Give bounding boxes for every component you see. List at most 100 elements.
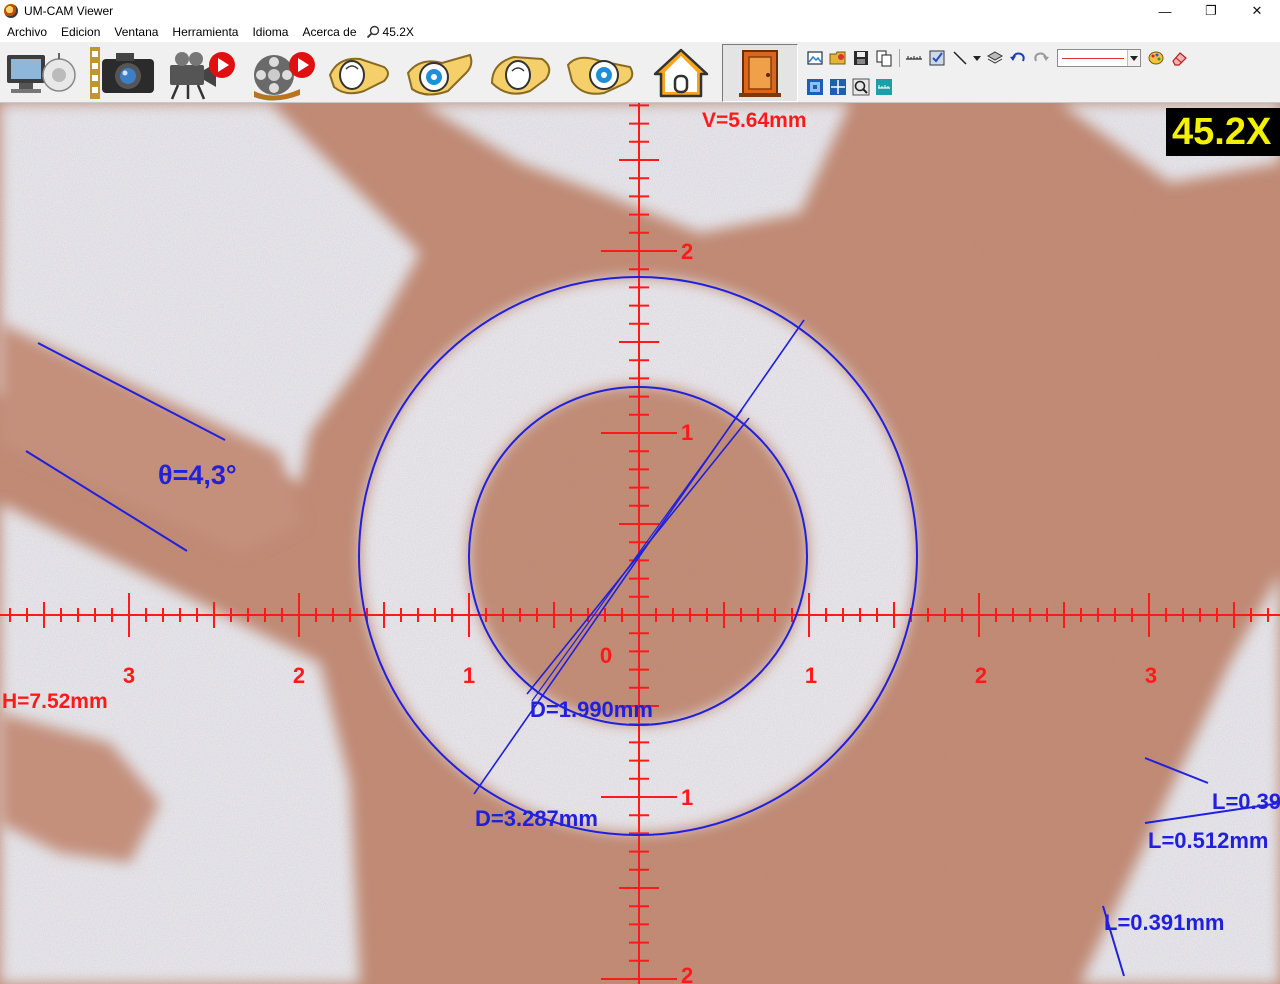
v-axis-label-up-2: 2 bbox=[681, 239, 693, 264]
window-title: UM-CAM Viewer bbox=[24, 4, 114, 18]
hand-lens-tool-2-button[interactable] bbox=[563, 44, 639, 102]
h-axis-label-origin: 0 bbox=[600, 643, 612, 668]
length-label-3: L=0.391mm bbox=[1104, 910, 1224, 935]
device-settings-button[interactable] bbox=[2, 44, 78, 102]
angle-line-upper bbox=[37, 342, 226, 441]
hand-icon bbox=[328, 57, 389, 95]
redo-icon bbox=[1033, 52, 1049, 62]
restore-button[interactable]: ❐ bbox=[1188, 0, 1234, 22]
record-video-button[interactable] bbox=[163, 44, 239, 102]
menu-bar: Archivo Edicion Ventana Herramienta Idio… bbox=[0, 22, 1280, 42]
v-axis-label-up-1: 1 bbox=[681, 420, 693, 445]
hand-tool-2-button[interactable] bbox=[483, 44, 559, 102]
menu-herramienta[interactable]: Herramienta bbox=[165, 22, 245, 42]
chevron-down-icon bbox=[973, 56, 981, 61]
menu-acerca-de[interactable]: Acerca de bbox=[295, 22, 363, 42]
copy-button[interactable] bbox=[873, 48, 894, 69]
save-button[interactable] bbox=[850, 48, 871, 69]
hand-icon bbox=[490, 55, 551, 95]
exit-button[interactable] bbox=[722, 44, 798, 102]
fit-window-icon bbox=[806, 79, 823, 95]
save-icon bbox=[853, 51, 868, 65]
chevron-down-icon bbox=[1130, 56, 1138, 61]
menu-edicion[interactable]: Edicion bbox=[54, 22, 107, 42]
h-axis-label-left-3: 3 bbox=[123, 663, 135, 688]
toolbar-separator bbox=[899, 49, 900, 67]
magnifier-icon bbox=[366, 25, 379, 39]
h-axis-label-right-3: 3 bbox=[1145, 663, 1157, 688]
hand-lens-icon bbox=[406, 53, 473, 96]
app-icon bbox=[4, 4, 18, 18]
layer-button[interactable] bbox=[984, 48, 1005, 69]
line-tool-icon bbox=[952, 51, 967, 65]
outer-diameter-label: D=3.287mm bbox=[475, 806, 598, 831]
title-bar: UM-CAM Viewer — ❐ ✕ bbox=[0, 0, 1280, 22]
line-tool-dropdown[interactable] bbox=[972, 48, 982, 69]
open-image-button[interactable] bbox=[804, 48, 825, 69]
measurement-overlay: 3 2 1 0 1 2 3 2 1 1 2 V=5.64mm H=7.52mm … bbox=[0, 103, 1280, 984]
menu-idioma[interactable]: Idioma bbox=[245, 22, 295, 42]
color-picker-button[interactable] bbox=[1145, 48, 1166, 69]
camera-viewport[interactable]: 3 2 1 0 1 2 3 2 1 1 2 V=5.64mm H=7.52mm … bbox=[0, 103, 1280, 984]
menu-zoom-readout[interactable]: 45.2X bbox=[364, 25, 414, 39]
exit-door-icon bbox=[739, 50, 781, 97]
horizontal-span-readout: H=7.52mm bbox=[2, 690, 108, 713]
scale-bar-icon bbox=[875, 79, 892, 95]
copy-icon bbox=[876, 50, 891, 67]
line-tool-button[interactable] bbox=[949, 48, 970, 69]
h-axis-label-right-2: 2 bbox=[975, 663, 987, 688]
hand-lens-tool-1-button[interactable] bbox=[403, 44, 479, 102]
v-axis-label-down-1: 1 bbox=[681, 785, 693, 810]
hand-lens-icon bbox=[566, 56, 634, 95]
h-axis-label-left-2: 2 bbox=[293, 663, 305, 688]
video-record-icon bbox=[170, 52, 235, 100]
h-axis-label-left-1: 1 bbox=[463, 663, 475, 688]
scale-bar-button[interactable] bbox=[873, 77, 894, 98]
folder-icon bbox=[829, 51, 845, 65]
undo-button[interactable] bbox=[1007, 48, 1028, 69]
play-video-button[interactable] bbox=[243, 44, 319, 102]
length-label-1: L=0.39 bbox=[1212, 789, 1280, 814]
tool-row-bottom bbox=[804, 76, 896, 98]
close-button[interactable]: ✕ bbox=[1234, 0, 1280, 22]
capture-photo-button[interactable] bbox=[85, 44, 161, 102]
redo-button[interactable] bbox=[1030, 48, 1051, 69]
inner-diameter-label: D=1.990mm bbox=[530, 697, 653, 722]
minimize-button[interactable]: — bbox=[1142, 0, 1188, 22]
v-axis-label-down-2: 2 bbox=[681, 963, 693, 984]
crosshair-button[interactable] bbox=[827, 77, 848, 98]
device-icon bbox=[7, 53, 76, 93]
open-image-icon bbox=[806, 51, 823, 65]
angle-measurement-label: θ=4,3° bbox=[158, 460, 237, 490]
open-folder-button[interactable] bbox=[827, 48, 848, 69]
vertical-span-readout: V=5.64mm bbox=[702, 109, 807, 132]
layer-icon bbox=[986, 51, 1003, 64]
length-label-2: L=0.512mm bbox=[1148, 828, 1268, 853]
calibrate-button[interactable] bbox=[926, 48, 947, 69]
palette-icon bbox=[1148, 51, 1163, 65]
length-line-1 bbox=[1144, 757, 1209, 784]
inner-diameter-line-offset bbox=[531, 409, 743, 702]
fit-window-button[interactable] bbox=[804, 77, 825, 98]
menu-archivo[interactable]: Archivo bbox=[0, 22, 54, 42]
home-button[interactable] bbox=[643, 44, 719, 102]
eraser-icon bbox=[1171, 52, 1187, 66]
hand-tool-1-button[interactable] bbox=[323, 44, 399, 102]
line-style-dropdown[interactable] bbox=[1127, 50, 1140, 66]
film-play-icon bbox=[254, 52, 315, 101]
home-icon bbox=[653, 48, 709, 98]
undo-icon bbox=[1009, 52, 1025, 62]
line-style-select[interactable] bbox=[1057, 49, 1141, 67]
window-controls: — ❐ ✕ bbox=[1142, 0, 1280, 22]
line-style-sample bbox=[1062, 58, 1124, 59]
eraser-button[interactable] bbox=[1168, 48, 1189, 69]
camera-icon bbox=[90, 47, 154, 99]
zoom-lens-button[interactable] bbox=[850, 77, 871, 98]
zoom-lens-icon bbox=[852, 78, 869, 96]
h-axis-label-right-1: 1 bbox=[805, 663, 817, 688]
ruler-button[interactable] bbox=[903, 48, 924, 69]
ruler-icon bbox=[905, 56, 922, 60]
crosshair-icon bbox=[829, 79, 846, 95]
menu-ventana[interactable]: Ventana bbox=[107, 22, 165, 42]
tool-row-top bbox=[804, 47, 1191, 69]
